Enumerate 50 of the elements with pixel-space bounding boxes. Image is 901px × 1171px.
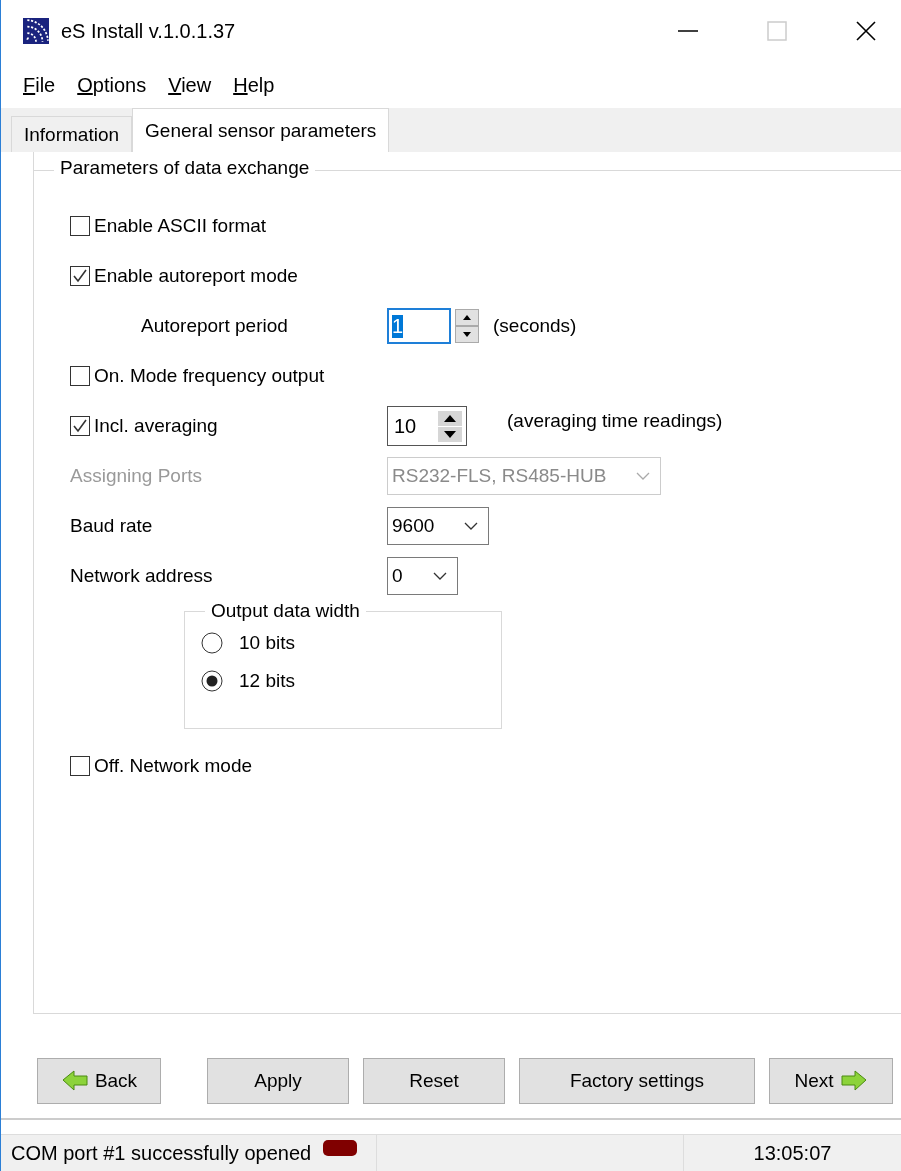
- arrow-left-icon: [60, 1069, 89, 1093]
- checkbox-label[interactable]: Off. Network mode: [94, 755, 253, 777]
- spin-up-icon[interactable]: [438, 410, 462, 426]
- tab[interactable]: General sensor parameters: [132, 108, 390, 152]
- status-time: 13:05:07: [753, 1141, 832, 1165]
- radio-label[interactable]: 12 bits: [239, 670, 295, 692]
- app-logo-icon: [23, 18, 49, 44]
- back-button[interactable]: Back: [37, 1058, 161, 1104]
- status-message: COM port #1 successfully opened: [11, 1141, 312, 1165]
- checkbox[interactable]: [70, 756, 90, 776]
- menu-item[interactable]: Options: [77, 73, 147, 97]
- window-title: eS Install v.1.0.1.37: [61, 19, 236, 43]
- spin-down-icon[interactable]: [438, 426, 462, 442]
- checkbox[interactable]: [70, 266, 90, 286]
- spin-field[interactable]: 1: [387, 308, 451, 344]
- chevron-down-icon: [464, 522, 479, 530]
- radio-button[interactable]: [201, 632, 223, 654]
- checkbox-label[interactable]: Enable autoreport mode: [94, 265, 298, 287]
- button[interactable]: Factory settings: [519, 1058, 755, 1104]
- chevron-down-icon: [432, 572, 447, 580]
- chevron-down-icon: [636, 472, 651, 480]
- button[interactable]: Reset: [363, 1058, 505, 1104]
- status-led-icon: [323, 1140, 358, 1156]
- radio-button[interactable]: [201, 670, 223, 692]
- checkbox[interactable]: [70, 416, 90, 436]
- checkbox-label[interactable]: Enable ASCII format: [94, 215, 267, 237]
- menu-item[interactable]: View: [168, 73, 212, 97]
- checkbox-label[interactable]: On. Mode frequency output: [94, 365, 325, 387]
- field-label: Assigning Ports: [70, 465, 203, 487]
- unit-label: (seconds): [493, 315, 577, 337]
- checkbox-label[interactable]: Incl. averaging: [94, 415, 218, 437]
- checkbox[interactable]: [70, 216, 90, 236]
- field-label: Network address: [70, 565, 214, 587]
- menu-item[interactable]: Help: [233, 73, 275, 97]
- dropdown[interactable]: 9600: [387, 507, 490, 545]
- button[interactable]: Apply: [207, 1058, 349, 1104]
- next-button[interactable]: Next: [769, 1058, 893, 1104]
- spin-down-icon[interactable]: [455, 326, 479, 343]
- tab[interactable]: Information: [11, 116, 133, 152]
- field-label: Autoreport period: [140, 315, 289, 337]
- close-icon[interactable]: [855, 20, 877, 42]
- radio-label[interactable]: 10 bits: [239, 632, 295, 654]
- arrow-right-icon: [839, 1069, 868, 1093]
- menu-item[interactable]: File: [23, 73, 56, 97]
- spin-up-icon[interactable]: [455, 309, 479, 326]
- spin-field[interactable]: 10: [387, 406, 467, 446]
- checkbox[interactable]: [70, 366, 90, 386]
- field-label: Baud rate: [70, 515, 154, 537]
- dropdown[interactable]: 0: [387, 557, 458, 595]
- unit-label: (averaging time readings): [507, 410, 723, 432]
